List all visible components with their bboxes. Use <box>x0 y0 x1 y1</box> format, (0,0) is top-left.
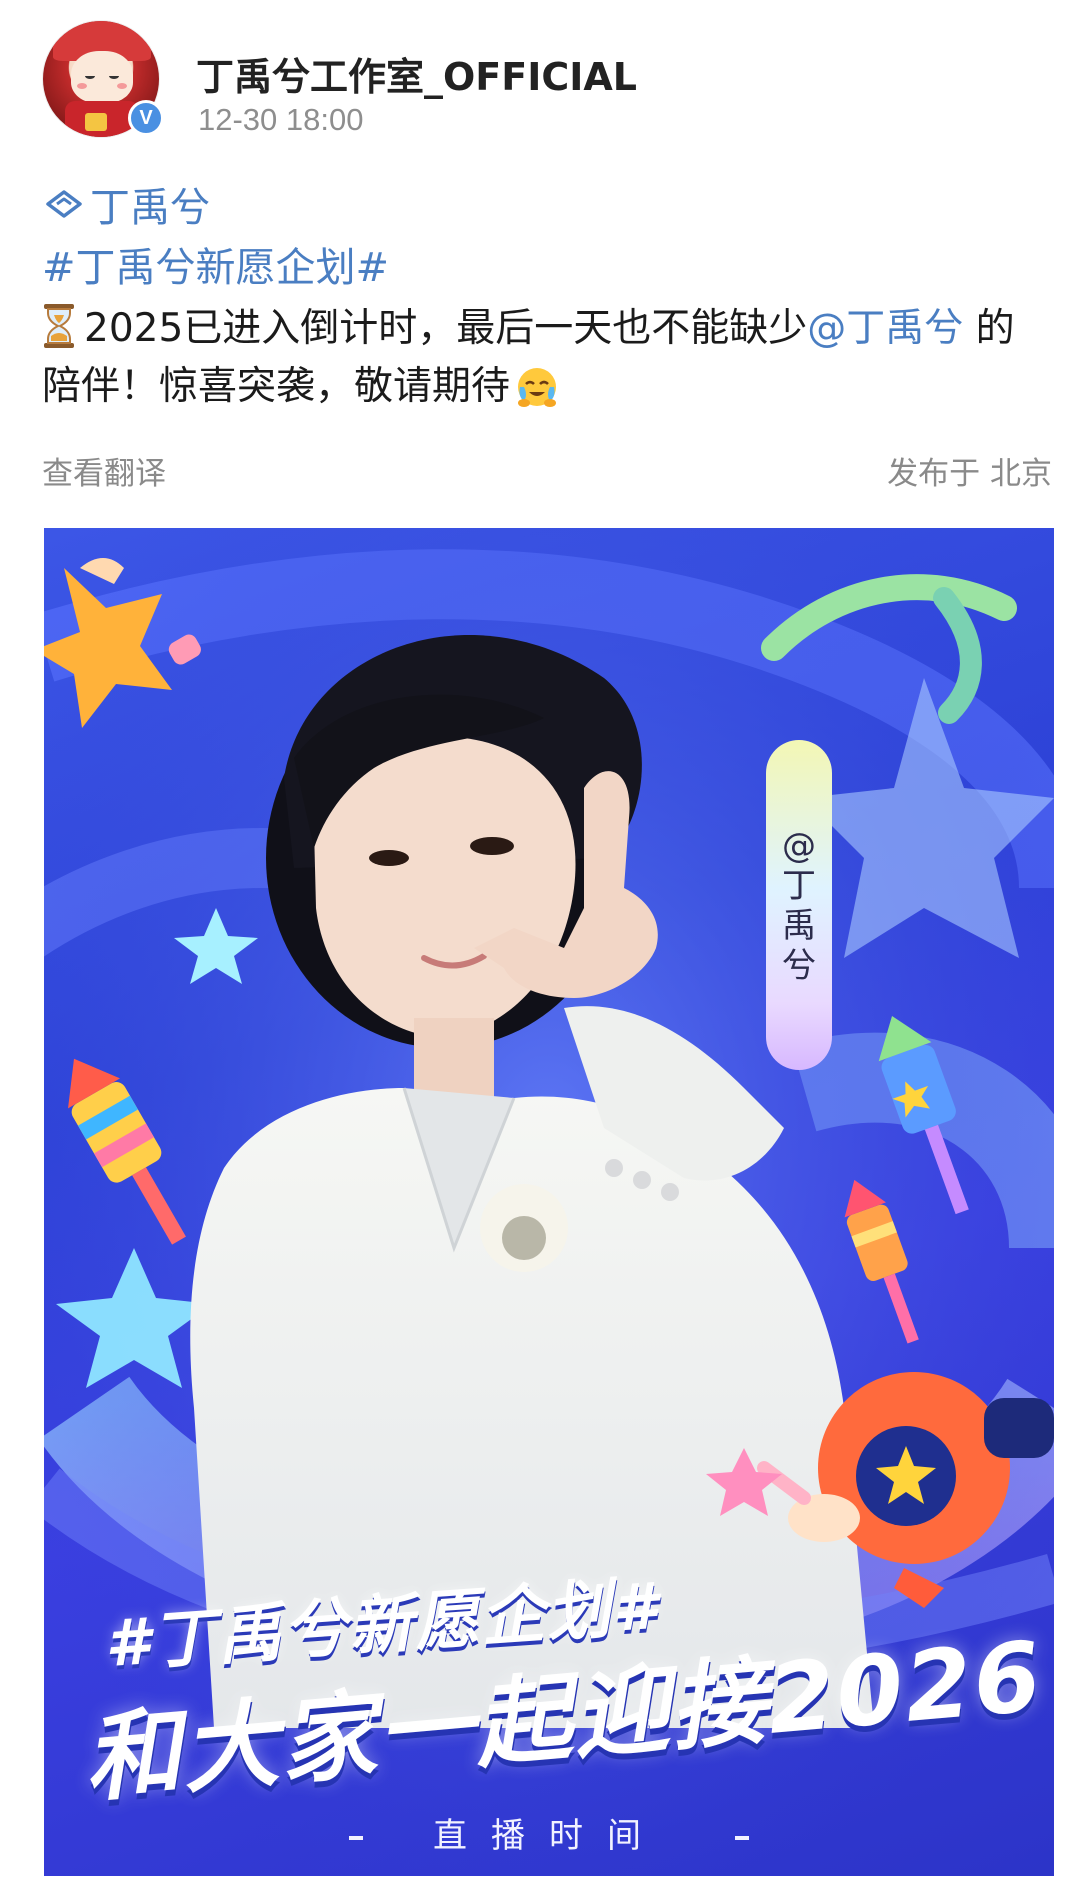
post-header: V 丁禹兮工作室_OFFICIAL 12-30 18:00 <box>42 20 1042 150</box>
name-tag-char: 兮 <box>782 946 816 986</box>
post-time: 12-30 18:00 <box>198 102 364 137</box>
avatar-face <box>71 51 133 103</box>
poster-footer: 直播时间 <box>44 1808 1054 1857</box>
hashtag-link[interactable]: #丁禹兮新愿企划# <box>42 236 1052 300</box>
account-name[interactable]: 丁禹兮工作室_OFFICIAL <box>196 46 637 101</box>
tearful-smile-emoji-icon <box>518 368 557 407</box>
name-tag-pill: @ 丁 禹 兮 <box>766 740 832 1070</box>
name-tag-char: @ <box>782 826 816 866</box>
super-topic-link[interactable]: 丁禹兮 <box>42 172 1052 236</box>
avatar-cheek <box>117 83 127 89</box>
avatar-eye <box>85 73 95 79</box>
mention-link[interactable]: @丁禹兮 <box>807 306 963 351</box>
avatar-eye <box>109 73 119 79</box>
post-meta: 查看翻译 发布于 北京 <box>42 448 1052 496</box>
translate-link[interactable]: 查看翻译 <box>42 448 166 493</box>
name-tag-char: 禹 <box>782 906 816 946</box>
footer-dash-left <box>349 1835 363 1840</box>
hourglass-icon <box>44 304 74 348</box>
super-topic-label: 丁禹兮 <box>90 185 210 231</box>
post-text: 2025已进入倒计时，最后一天也不能缺少@丁禹兮 的陪伴！惊喜突袭，敬请期待 <box>42 300 1052 416</box>
poster-image[interactable]: @ 丁 禹 兮 #丁禹兮新愿企划# 和大家一起迎接2026 直播时间 <box>44 528 1054 1876</box>
post-text-part1: 2025已进入倒计时，最后一天也不能缺少 <box>84 306 808 351</box>
avatar-tag <box>85 113 107 131</box>
name-tag-char: 丁 <box>782 866 816 906</box>
post-location: 发布于 北京 <box>887 456 1052 492</box>
poster-footer-label: 直播时间 <box>433 1816 665 1856</box>
footer-dash-right <box>735 1835 749 1840</box>
avatar-cheek <box>77 83 87 89</box>
diamond-icon <box>46 190 82 218</box>
verified-badge-icon: V <box>128 100 164 136</box>
post-content: 丁禹兮 #丁禹兮新愿企划# 2025已进入倒计时，最后一天也不能缺少@丁禹兮 的… <box>42 172 1052 416</box>
